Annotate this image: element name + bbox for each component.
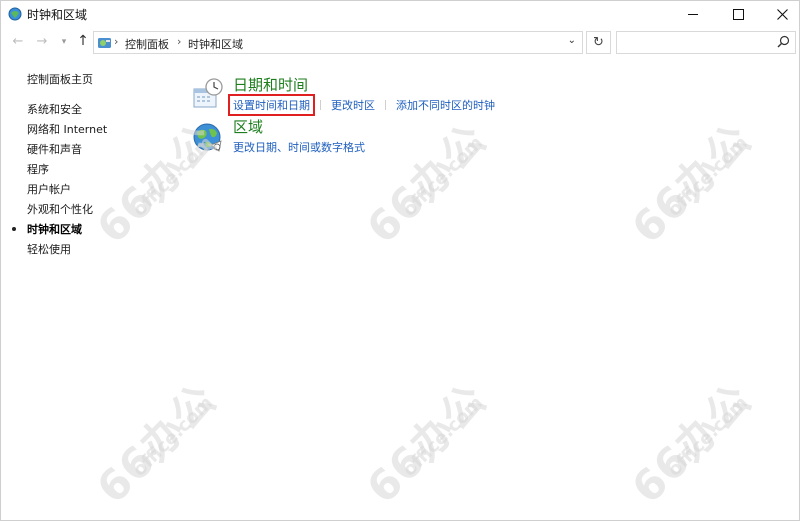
- breadcrumb-separator-icon: ›: [114, 35, 119, 48]
- recent-locations-chevron-icon[interactable]: ▾: [55, 37, 73, 47]
- change-formats-link[interactable]: 更改日期、时间或数字格式: [231, 139, 367, 155]
- breadcrumb-clock-region[interactable]: 时钟和区域: [188, 36, 243, 52]
- close-icon: [776, 8, 788, 20]
- search-icon[interactable]: [777, 35, 790, 48]
- window-title: 时钟和区域: [27, 8, 88, 22]
- minimize-button[interactable]: [671, 1, 715, 27]
- category-title-date-time[interactable]: 日期和时间: [233, 74, 308, 95]
- address-dropdown-chevron-icon[interactable]: ⌄: [568, 35, 576, 46]
- globe-icon[interactable]: [191, 119, 225, 153]
- add-clocks-link[interactable]: 添加不同时区的时钟: [394, 97, 497, 113]
- sidebar-item-appearance[interactable]: 外观和个性化: [27, 201, 93, 217]
- title-bar: 时钟和区域: [1, 1, 799, 27]
- maximize-icon: [732, 8, 744, 20]
- clock-region-app-icon: [8, 7, 22, 21]
- breadcrumb-separator-icon: ›: [177, 35, 182, 48]
- breadcrumb-control-panel[interactable]: 控制面板: [125, 36, 169, 52]
- minimize-icon: [688, 13, 698, 15]
- set-time-date-link[interactable]: 设置时间和日期: [228, 94, 315, 116]
- sidebar-item-hardware-sound[interactable]: 硬件和声音: [27, 141, 82, 157]
- sidebar-item-system-security[interactable]: 系统和安全: [27, 101, 82, 117]
- sidebar-item-clock-region[interactable]: 时钟和区域: [27, 221, 82, 237]
- close-button[interactable]: [760, 1, 799, 27]
- navigation-row: ← → ▾ ↑ › 控制面板 › 时钟和区域 ⌄ ↻: [1, 29, 799, 57]
- address-bar[interactable]: › 控制面板 › 时钟和区域 ⌄: [93, 31, 583, 54]
- region-links: 更改日期、时间或数字格式: [231, 136, 375, 155]
- search-input[interactable]: [621, 34, 775, 53]
- main-content: 日期和时间 设置时间和日期 更改时区 添加不同时区的时钟 区域 更改日期、时间或数字…: [191, 71, 791, 471]
- sidebar-home-link[interactable]: 控制面板主页: [27, 71, 93, 87]
- link-separator: [385, 99, 386, 110]
- sidebar-item-network-internet[interactable]: 网络和 Internet: [27, 121, 107, 137]
- change-time-zone-link[interactable]: 更改时区: [329, 97, 377, 113]
- maximize-button[interactable]: [716, 1, 760, 27]
- refresh-button[interactable]: ↻: [586, 31, 611, 54]
- category-title-region[interactable]: 区域: [233, 116, 263, 137]
- back-arrow-icon[interactable]: ←: [9, 34, 27, 49]
- date-time-links: 设置时间和日期 更改时区 添加不同时区的时钟: [228, 94, 505, 116]
- sidebar-item-programs[interactable]: 程序: [27, 161, 49, 177]
- refresh-icon: ↻: [593, 35, 604, 50]
- up-arrow-icon[interactable]: ↑: [74, 33, 92, 49]
- sidebar-item-user-accounts[interactable]: 用户帐户: [27, 181, 71, 197]
- search-box[interactable]: [616, 31, 796, 54]
- sidebar-item-ease-of-access[interactable]: 轻松使用: [27, 241, 71, 257]
- active-item-bullet-icon: [12, 227, 16, 231]
- date-time-icon[interactable]: [191, 77, 225, 111]
- sidebar: 控制面板主页 系统和安全 网络和 Internet 硬件和声音 程序 用户帐户 …: [1, 61, 181, 501]
- control-panel-icon: [98, 38, 111, 48]
- link-separator: [320, 99, 321, 110]
- control-panel-window: 时钟和区域 ← → ▾ ↑ › 控制面板 › 时钟和区域 ⌄ ↻ 控制面板主页 …: [0, 0, 800, 521]
- forward-arrow-icon[interactable]: →: [33, 34, 51, 49]
